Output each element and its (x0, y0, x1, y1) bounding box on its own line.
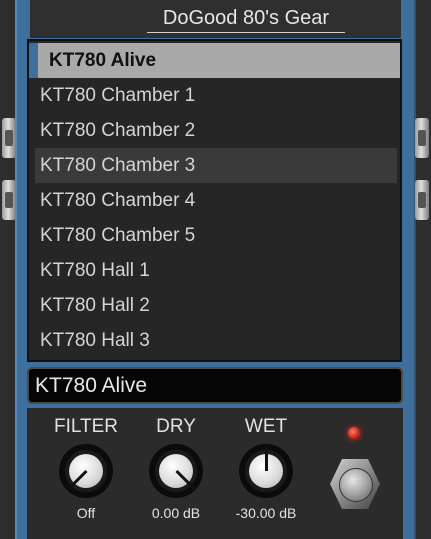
wet-value: -30.00 dB (235, 505, 297, 521)
preset-item[interactable]: KT780 Chamber 1 (29, 78, 400, 113)
footswitch-cap (339, 468, 373, 502)
bypass-footswitch[interactable] (329, 458, 381, 510)
dry-control: DRY 0.00 dB (136, 408, 216, 522)
plugin-title: DoGood 80's Gear (147, 4, 345, 33)
preset-name-field[interactable]: KT780 Alive (27, 367, 403, 404)
output-jack-2 (415, 180, 429, 220)
filter-control: FILTER Off (46, 408, 126, 522)
preset-item-selected[interactable]: KT780 Alive (29, 43, 400, 78)
dry-label: DRY (156, 416, 196, 437)
preset-item[interactable]: KT780 Hall 2 (29, 288, 400, 323)
preset-item[interactable]: KT780 Hall 1 (29, 253, 400, 288)
wet-control: WET -30.00 dB (226, 408, 306, 522)
filter-value: Off (76, 505, 96, 521)
dry-value: 0.00 dB (151, 505, 201, 521)
input-jack-2 (2, 180, 16, 220)
input-jack-1 (2, 118, 16, 158)
preset-list[interactable]: KT780 Alive KT780 Chamber 1 KT780 Chambe… (27, 39, 402, 362)
filter-knob[interactable] (59, 444, 113, 498)
output-jack-1 (415, 118, 429, 158)
preset-item[interactable]: KT780 Chamber 5 (29, 218, 400, 253)
preset-item[interactable]: KT780 Chamber 2 (29, 113, 400, 148)
filter-label: FILTER (53, 416, 119, 437)
preset-item-hovered[interactable]: KT780 Chamber 3 (35, 148, 397, 183)
dry-knob[interactable] (149, 444, 203, 498)
title-plate: DoGood 80's Gear (30, 0, 401, 38)
preset-item[interactable]: KT780 Chamber 4 (29, 183, 400, 218)
controls-panel: FILTER Off DRY 0.00 dB WET -30.00 dB (27, 408, 403, 539)
bypass-led-indicator (348, 427, 360, 439)
wet-knob-pointer (265, 446, 268, 471)
preset-item[interactable]: KT780 Hall 3 (29, 323, 400, 358)
wet-knob[interactable] (239, 444, 293, 498)
wet-label: WET (244, 416, 288, 437)
